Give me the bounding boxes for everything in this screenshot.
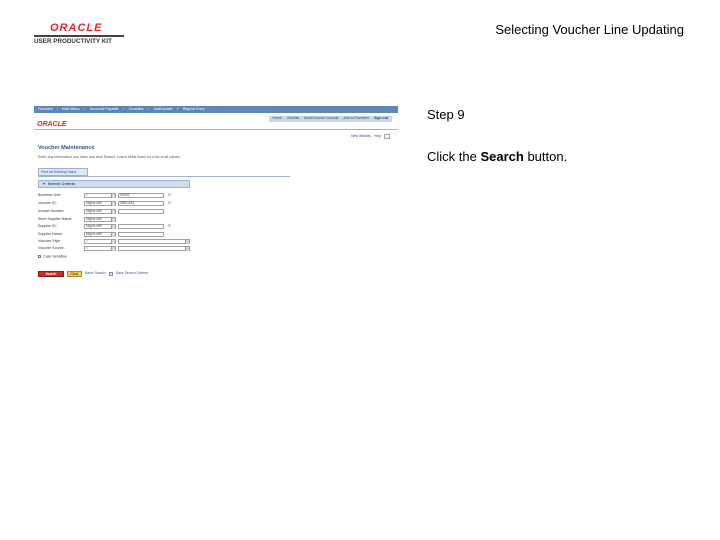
operator-select[interactable]: = (84, 239, 116, 244)
search-button[interactable]: Search (38, 271, 64, 277)
help-link[interactable]: Help (374, 134, 381, 138)
tab-divider (38, 176, 290, 177)
logo-divider (34, 35, 124, 37)
field-row-supplier-name: Supplier Name: begins with (38, 232, 228, 238)
field-label: Voucher Source: (38, 246, 65, 250)
lookup-icon[interactable]: ⚲ (168, 201, 173, 206)
new-window-link[interactable]: New Window (351, 134, 371, 138)
home-link[interactable]: Home (273, 117, 282, 121)
supplier-id-input[interactable] (118, 224, 164, 229)
operator-value: = (86, 193, 88, 197)
operator-value: = (86, 246, 88, 250)
search-criteria-header[interactable]: ▼ Search Criteria (38, 180, 190, 188)
dropdown-arrow-icon[interactable] (185, 247, 189, 251)
field-row-voucher-source: Voucher Source: = (38, 246, 228, 252)
field-row-invoice-number: Invoice Number: begins with (38, 209, 228, 215)
operator-value: begins with (86, 201, 102, 205)
field-row-short-supplier-name: Short Supplier Name: begins with (38, 217, 228, 223)
operator-select[interactable]: begins with (84, 224, 116, 229)
upk-logo: ORACLE USER PRODUCTIVITY KIT (34, 22, 126, 48)
operator-value: begins with (86, 232, 102, 236)
lookup-icon[interactable]: ⚲ (168, 224, 173, 229)
dropdown-arrow-icon[interactable] (111, 194, 115, 198)
instruction-suffix: button. (523, 149, 568, 164)
field-row-supplier-id: Supplier ID: begins with ⚲ (38, 224, 228, 230)
sign-out-link[interactable]: Sign out (374, 117, 388, 121)
customize-page-icon[interactable] (384, 134, 390, 139)
checkbox-box[interactable] (38, 255, 41, 258)
app-logo: ORACLE (37, 121, 67, 128)
operator-select[interactable]: begins with (84, 232, 116, 237)
save-search-criteria-link[interactable]: Save Search Criteria (116, 272, 148, 276)
field-label: Invoice Number: (38, 209, 65, 213)
slide-title: Selecting Voucher Line Updating (495, 22, 684, 37)
voucher-source-select[interactable] (118, 246, 190, 251)
breadcrumb: Favorites | Main Menu > Accounts Payable > … (34, 106, 398, 113)
case-sensitive-label: Case Sensitive (43, 254, 67, 259)
dropdown-arrow-icon[interactable] (111, 202, 115, 206)
case-sensitive-checkbox[interactable]: Case Sensitive (38, 255, 67, 259)
field-row-voucher-style: Voucher Style: = (38, 239, 228, 245)
field-label: Supplier ID: (38, 224, 57, 228)
app-screenshot: Favorites | Main Menu > Accounts Payable > … (34, 106, 398, 284)
dropdown-arrow-icon[interactable] (111, 225, 115, 229)
page-description: Enter any information you have and click… (38, 155, 181, 159)
breadcrumb-item[interactable]: Favorites (38, 107, 53, 112)
breadcrumb-item[interactable]: Main Menu (62, 107, 80, 112)
field-label: Business Unit: (38, 193, 61, 197)
brand-bar: ORACLE Home Worklist MultiChannel Consol… (34, 113, 398, 130)
voucher-id-input[interactable]: 00001913 (118, 201, 164, 206)
operator-value: begins with (86, 217, 102, 221)
business-unit-input[interactable]: US001 (118, 193, 164, 198)
multichannel-link[interactable]: MultiChannel Console (304, 117, 338, 121)
search-criteria-label: Search Criteria (47, 182, 75, 186)
worklist-link[interactable]: Worklist (287, 117, 299, 121)
supplier-name-input[interactable] (118, 232, 164, 237)
operator-select[interactable]: begins with (84, 201, 116, 206)
breadcrumb-item[interactable]: Accounts Payable (90, 107, 119, 112)
operator-select[interactable]: begins with (84, 209, 116, 214)
page-links: New Window Help (351, 134, 390, 139)
instruction-text: Click the Search button. (427, 149, 567, 164)
operator-select[interactable]: begins with (84, 217, 116, 222)
collapse-triangle-icon[interactable]: ▼ (42, 182, 46, 186)
invoice-number-input[interactable] (118, 209, 164, 214)
field-label: Supplier Name: (38, 232, 63, 236)
upk-logo-subtitle: USER PRODUCTIVITY KIT (34, 38, 112, 45)
top-links: Home Worklist MultiChannel Console Add t… (268, 116, 392, 122)
add-favorites-link[interactable]: Add to Favorites (344, 117, 369, 121)
operator-value: begins with (86, 224, 102, 228)
field-label: Short Supplier Name: (38, 217, 73, 221)
breadcrumb-item[interactable]: Add/Update (154, 107, 173, 112)
save-criteria-icon[interactable] (108, 272, 113, 276)
tab-find-existing[interactable]: Find an Existing Value (38, 168, 88, 176)
step-label: Step 9 (427, 107, 465, 122)
dropdown-arrow-icon[interactable] (185, 240, 189, 244)
field-row-business-unit: Business Unit: = US001 ⚲ (38, 193, 228, 199)
breadcrumb-item[interactable]: Regular Entry (183, 107, 205, 112)
instruction-prefix: Click the (427, 149, 481, 164)
oracle-logo-text: ORACLE (50, 22, 103, 34)
dropdown-arrow-icon[interactable] (111, 247, 115, 251)
field-label: Voucher ID: (38, 201, 57, 205)
field-row-voucher-id: Voucher ID: begins with 00001913 ⚲ (38, 201, 228, 207)
field-label: Voucher Style: (38, 239, 62, 243)
breadcrumb-item[interactable]: Vouchers (129, 107, 144, 112)
dropdown-arrow-icon[interactable] (111, 233, 115, 237)
basic-search-link[interactable]: Basic Search (85, 272, 106, 276)
clear-button[interactable]: Clear (67, 271, 82, 277)
instruction-bold: Search (480, 149, 524, 164)
search-actions: Search Clear Basic Search Save Search Cr… (38, 270, 148, 278)
dropdown-arrow-icon[interactable] (111, 210, 115, 214)
operator-value: = (86, 239, 88, 243)
operator-value: begins with (86, 209, 102, 213)
operator-select[interactable]: = (84, 193, 116, 198)
lookup-icon[interactable]: ⚲ (168, 193, 173, 198)
voucher-style-select[interactable] (118, 239, 190, 244)
page-title: Voucher Maintenance (38, 145, 95, 151)
dropdown-arrow-icon[interactable] (111, 218, 115, 222)
operator-select[interactable]: = (84, 246, 116, 251)
dropdown-arrow-icon[interactable] (111, 240, 115, 244)
